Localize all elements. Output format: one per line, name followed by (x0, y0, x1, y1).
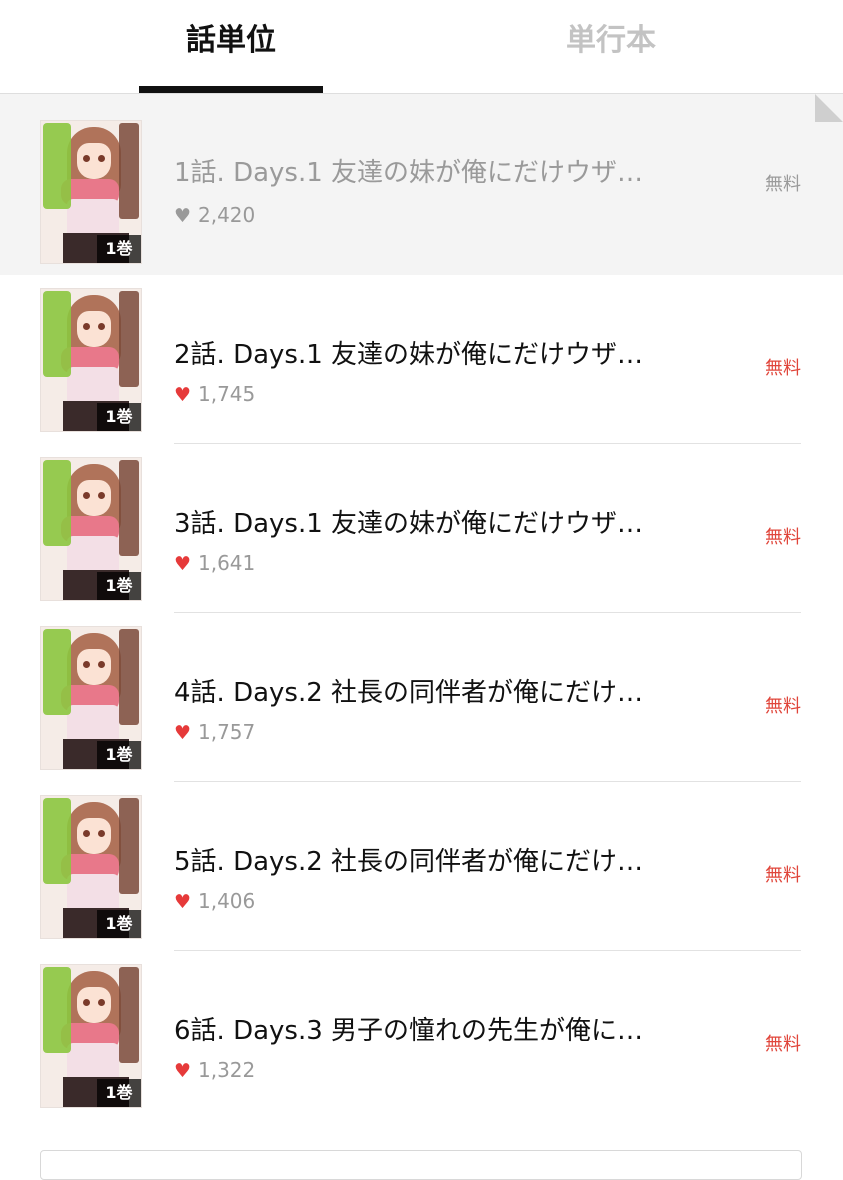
price-label: 無料 (765, 174, 801, 195)
like-count: ♥ 1,757 (174, 720, 256, 744)
volume-badge: 1巻 (97, 910, 141, 938)
episode-row[interactable]: 1巻 6話. Days.3 男子の憧れの先生が俺に… ♥ 1,322 無料 (0, 951, 843, 1120)
more-button[interactable] (40, 1150, 802, 1180)
episode-title: 6話. Days.3 男子の憧れの先生が俺に… (174, 1016, 644, 1046)
episode-tabs: 話単位 単行本 (0, 0, 843, 94)
volume-badge: 1巻 (97, 741, 141, 769)
episode-thumbnail: 1巻 (40, 964, 142, 1108)
like-count: ♥ 1,406 (174, 889, 256, 913)
episode-list: 1巻 1話. Days.1 友達の妹が俺にだけウザ… ♥ 2,420 無料 1巻 … (0, 94, 843, 1120)
like-count: ♥ 1,745 (174, 382, 256, 406)
active-tab-indicator (139, 86, 323, 93)
episode-row[interactable]: 1巻 4話. Days.2 社長の同伴者が俺にだけ… ♥ 1,757 無料 (0, 613, 843, 782)
like-count: ♥ 2,420 (174, 203, 256, 227)
price-label: 無料 (765, 358, 801, 379)
heart-icon: ♥ (174, 205, 192, 227)
episode-row[interactable]: 1巻 2話. Days.1 友達の妹が俺にだけウザ… ♥ 1,745 無料 (0, 275, 843, 444)
episode-title: 1話. Days.1 友達の妹が俺にだけウザ… (174, 158, 644, 188)
heart-icon: ♥ (174, 384, 192, 406)
like-count: ♥ 1,641 (174, 551, 256, 575)
episode-thumbnail: 1巻 (40, 457, 142, 601)
volume-badge: 1巻 (97, 235, 141, 263)
episode-title: 4話. Days.2 社長の同伴者が俺にだけ… (174, 678, 644, 708)
episode-row[interactable]: 1巻 3話. Days.1 友達の妹が俺にだけウザ… ♥ 1,641 無料 (0, 444, 843, 613)
price-label: 無料 (765, 527, 801, 548)
heart-icon: ♥ (174, 1060, 192, 1082)
episode-row[interactable]: 1巻 1話. Days.1 友達の妹が俺にだけウザ… ♥ 2,420 無料 (0, 94, 843, 275)
price-label: 無料 (765, 865, 801, 886)
heart-icon: ♥ (174, 553, 192, 575)
episode-row[interactable]: 1巻 5話. Days.2 社長の同伴者が俺にだけ… ♥ 1,406 無料 (0, 782, 843, 951)
volume-badge: 1巻 (97, 1079, 141, 1107)
heart-icon: ♥ (174, 722, 192, 744)
episode-thumbnail: 1巻 (40, 120, 142, 264)
price-label: 無料 (765, 1034, 801, 1055)
like-count: ♥ 1,322 (174, 1058, 256, 1082)
volume-badge: 1巻 (97, 403, 141, 431)
episode-title: 3話. Days.1 友達の妹が俺にだけウザ… (174, 509, 644, 539)
episode-thumbnail: 1巻 (40, 795, 142, 939)
episode-title: 5話. Days.2 社長の同伴者が俺にだけ… (174, 847, 644, 877)
episode-thumbnail: 1巻 (40, 626, 142, 770)
price-label: 無料 (765, 696, 801, 717)
volume-badge: 1巻 (97, 572, 141, 600)
read-corner-icon (815, 94, 843, 122)
tab-volumes[interactable]: 単行本 (519, 0, 703, 93)
heart-icon: ♥ (174, 891, 192, 913)
tab-episodes[interactable]: 話単位 (139, 0, 323, 93)
episode-thumbnail: 1巻 (40, 288, 142, 432)
episode-title: 2話. Days.1 友達の妹が俺にだけウザ… (174, 340, 644, 370)
